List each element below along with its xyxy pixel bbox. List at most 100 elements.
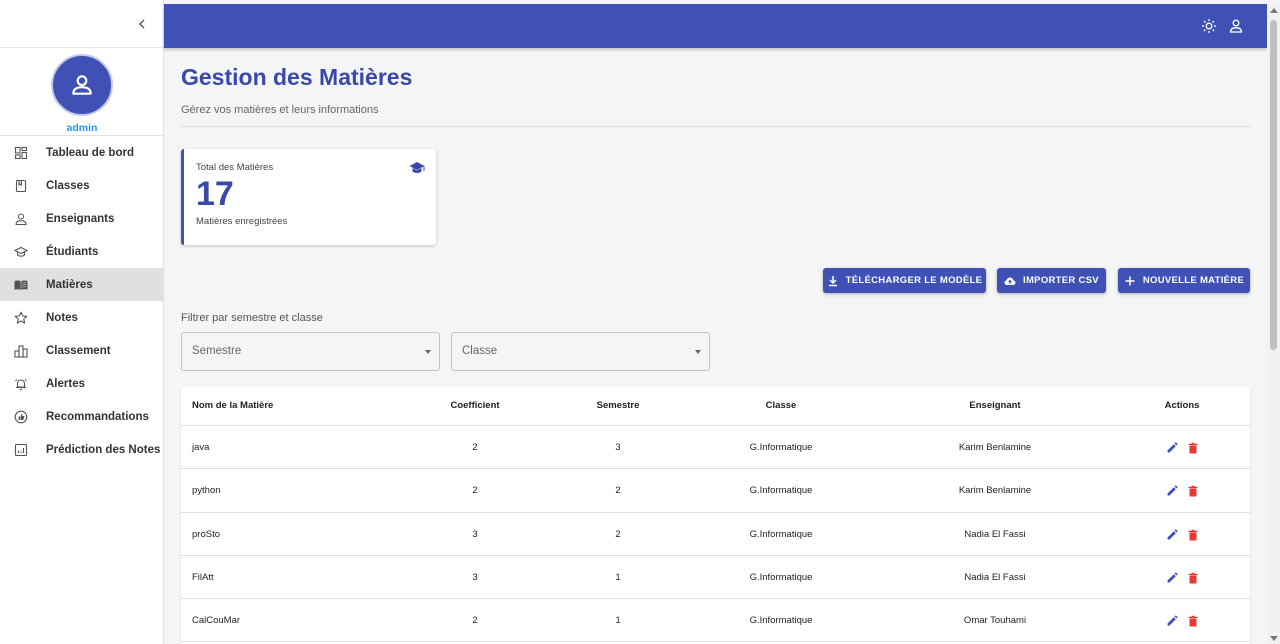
table-row[interactable]: python 2 2 G.Informatique Karim Benlamine	[181, 469, 1250, 513]
delete-icon[interactable]	[1187, 484, 1199, 497]
column-header-classe: Classe	[765, 400, 797, 411]
cell-enseignant: Nadia El Fassi	[964, 528, 1026, 540]
column-header-nom: Nom de la Matière	[192, 400, 274, 411]
semestre-select-label: Semestre	[192, 345, 242, 357]
table-body: java 2 3 G.Informatique Karim Benlamine pytho…	[181, 426, 1250, 643]
sidebar-item-label: Classes	[46, 179, 90, 192]
sidebar-item-label: Prédiction des Notes	[46, 443, 161, 456]
chevron-down-icon	[425, 350, 431, 354]
sidebar-item-etudiants[interactable]: Étudiants	[0, 235, 163, 268]
cell-coefficient: 3	[472, 528, 478, 540]
column-header-coefficient: Coefficient	[450, 400, 500, 411]
sidebar-item-recommandations[interactable]: Recommandations	[0, 400, 163, 433]
sidebar-item-label: Notes	[46, 311, 78, 324]
sidebar-header	[0, 0, 163, 48]
scroll-up-arrow[interactable]	[1270, 8, 1278, 13]
person-icon	[15, 212, 27, 225]
cell-classe: G.Informatique	[749, 571, 813, 583]
download-icon	[828, 275, 837, 286]
profile-section: admin	[0, 48, 163, 136]
light-mode-icon[interactable]	[1201, 18, 1217, 34]
import-csv-label: IMPORTER CSV	[1023, 275, 1099, 286]
sidebar-item-label: Recommandations	[46, 410, 149, 423]
delete-icon[interactable]	[1187, 571, 1199, 584]
cell-classe: G.Informatique	[749, 442, 813, 453]
account-icon[interactable]	[1228, 18, 1244, 34]
cell-semestre: 1	[615, 615, 621, 627]
cell-coefficient: 2	[472, 485, 478, 497]
stat-value: 17	[196, 175, 234, 213]
sidebar-item-matieres[interactable]: Matières	[0, 268, 163, 301]
edit-icon[interactable]	[1166, 571, 1178, 583]
cell-coefficient: 3	[472, 571, 478, 583]
cell-nom: CalCouMar	[192, 615, 241, 627]
table-row[interactable]: CalCouMar 2 1 G.Informatique Omar Touhami	[181, 599, 1250, 643]
ranking-icon	[14, 344, 28, 358]
sidebar-item-enseignants[interactable]: Enseignants	[0, 202, 163, 235]
total-subjects-card: Total des Matières 17 Matières enregistr…	[181, 149, 436, 245]
download-template-button[interactable]: TÉLÉCHARGER LE MODÈLE	[823, 268, 986, 293]
classe-select-label: Classe	[462, 345, 498, 357]
edit-icon[interactable]	[1166, 441, 1178, 453]
avatar[interactable]	[51, 54, 113, 116]
top-app-bar	[164, 4, 1267, 48]
semestre-select[interactable]: Semestre	[181, 332, 440, 371]
delete-icon[interactable]	[1187, 528, 1199, 541]
import-csv-button[interactable]: IMPORTER CSV	[997, 268, 1106, 293]
page-title: Gestion des Matières	[181, 64, 413, 90]
cell-coefficient: 2	[472, 615, 478, 627]
edit-icon[interactable]	[1166, 528, 1178, 540]
cell-coefficient: 2	[472, 442, 478, 453]
delete-icon[interactable]	[1187, 441, 1199, 454]
sidebar-item-label: Étudiants	[46, 245, 99, 258]
sidebar-item-label: Enseignants	[46, 212, 115, 225]
download-template-label: TÉLÉCHARGER LE MODÈLE	[845, 275, 983, 286]
table-row[interactable]: proSto 3 2 G.Informatique Nadia El Fassi	[181, 513, 1250, 556]
book-icon	[15, 179, 27, 192]
scroll-down-arrow[interactable]	[1270, 636, 1278, 641]
cell-semestre: 1	[615, 571, 621, 583]
cell-semestre: 2	[615, 528, 621, 540]
admin-name: admin	[66, 122, 98, 134]
sidebar-item-notes[interactable]: Notes	[0, 301, 163, 334]
sidebar-item-tableau-de-bord[interactable]: Tableau de bord	[0, 136, 163, 169]
sidebar-item-label: Matières	[46, 278, 93, 291]
cell-enseignant: Nadia El Fassi	[964, 571, 1026, 583]
sidebar-nav: Tableau de bord Classes Enseignants Étud…	[0, 136, 163, 466]
star-icon	[14, 311, 28, 324]
cell-nom: proSto	[192, 528, 220, 540]
open-book-icon	[14, 279, 28, 290]
page-scrollbar[interactable]	[1267, 4, 1280, 644]
column-header-actions: Actions	[1164, 400, 1200, 411]
filter-title: Filtrer par semestre et classe	[181, 312, 323, 324]
analytics-icon	[14, 443, 28, 456]
stat-subtitle: Matières enregistrées	[196, 216, 288, 227]
chevron-left-icon[interactable]	[135, 17, 149, 31]
page-subtitle: Gérez vos matières et leurs informations	[181, 104, 379, 116]
person-icon	[72, 75, 92, 95]
cloud-upload-icon	[1004, 277, 1016, 285]
cell-nom: java	[192, 442, 210, 453]
sidebar-item-prediction-des-notes[interactable]: Prédiction des Notes	[0, 433, 163, 466]
new-subject-label: NOUVELLE MATIÈRE	[1142, 275, 1245, 286]
edit-icon[interactable]	[1166, 484, 1178, 496]
classe-select[interactable]: Classe	[451, 332, 710, 371]
school-icon	[14, 246, 28, 257]
graduation-cap-icon	[409, 162, 425, 173]
scroll-thumb[interactable]	[1270, 20, 1277, 350]
sidebar-item-classement[interactable]: Classement	[0, 334, 163, 367]
recommend-icon	[14, 410, 28, 423]
sidebar-item-alertes[interactable]: Alertes	[0, 367, 163, 400]
table-header: Nom de la Matière Coefficient Semestre C…	[181, 387, 1250, 426]
delete-icon[interactable]	[1187, 614, 1199, 627]
table-row[interactable]: java 2 3 G.Informatique Karim Benlamine	[181, 426, 1250, 470]
plus-icon	[1125, 276, 1135, 285]
table-row[interactable]: FilAtt 3 1 G.Informatique Nadia El Fassi	[181, 556, 1250, 600]
new-subject-button[interactable]: NOUVELLE MATIÈRE	[1118, 268, 1250, 293]
cell-semestre: 2	[615, 485, 621, 497]
cell-classe: G.Informatique	[749, 528, 813, 540]
sidebar-item-classes[interactable]: Classes	[0, 169, 163, 202]
edit-icon[interactable]	[1166, 614, 1178, 626]
sidebar-item-label: Alertes	[46, 377, 85, 390]
cell-classe: G.Informatique	[749, 485, 813, 497]
